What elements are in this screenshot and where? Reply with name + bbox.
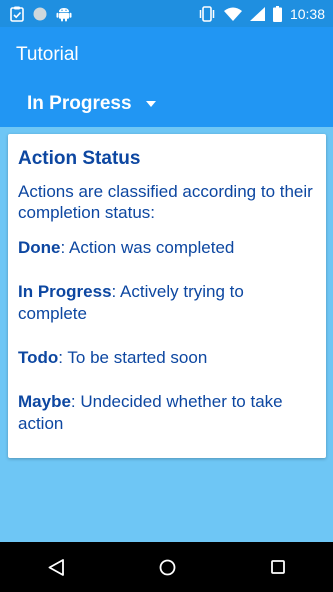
status-item-todo: Todo: To be started soon	[18, 347, 316, 369]
status-term: Todo	[18, 348, 59, 367]
card-title: Action Status	[18, 148, 141, 169]
status-description: : Action was completed	[60, 238, 235, 257]
status-filter-label: In Progress	[27, 93, 132, 114]
back-icon[interactable]	[48, 558, 64, 576]
status-item-in-progress: In Progress: Actively trying to complete	[18, 281, 316, 325]
battery-icon	[272, 5, 282, 22]
vibrate-icon	[198, 5, 216, 22]
status-term: In Progress	[18, 282, 112, 301]
circle-icon	[33, 7, 47, 21]
wifi-icon	[223, 7, 242, 21]
status-term: Maybe	[18, 392, 71, 411]
status-time: 10:38	[289, 5, 325, 22]
app-bar: Tutorial In Progress	[0, 27, 333, 127]
status-description: : To be started soon	[58, 348, 208, 367]
card-intro: Actions are classified according to thei…	[18, 182, 313, 222]
status-bar: 10:38	[0, 0, 333, 27]
status-item-done: Done: Action was completed	[18, 237, 316, 259]
status-item-maybe: Maybe: Undecided whether to take action	[18, 391, 316, 435]
status-bar-left	[10, 6, 72, 22]
clipboard-check-icon	[10, 6, 24, 22]
status-bar-right: 10:38	[198, 5, 325, 22]
status-term: Done	[18, 238, 61, 257]
dropdown-arrow-icon	[145, 101, 156, 107]
app-title: Tutorial	[16, 44, 79, 65]
recents-icon[interactable]	[271, 560, 286, 574]
action-status-card: Action Status Actions are classified acc…	[8, 134, 326, 458]
home-icon[interactable]	[159, 559, 176, 576]
cellular-signal-icon	[249, 6, 265, 21]
navigation-bar	[0, 542, 333, 592]
android-icon	[56, 6, 72, 22]
status-filter-dropdown[interactable]: In Progress	[27, 93, 156, 115]
